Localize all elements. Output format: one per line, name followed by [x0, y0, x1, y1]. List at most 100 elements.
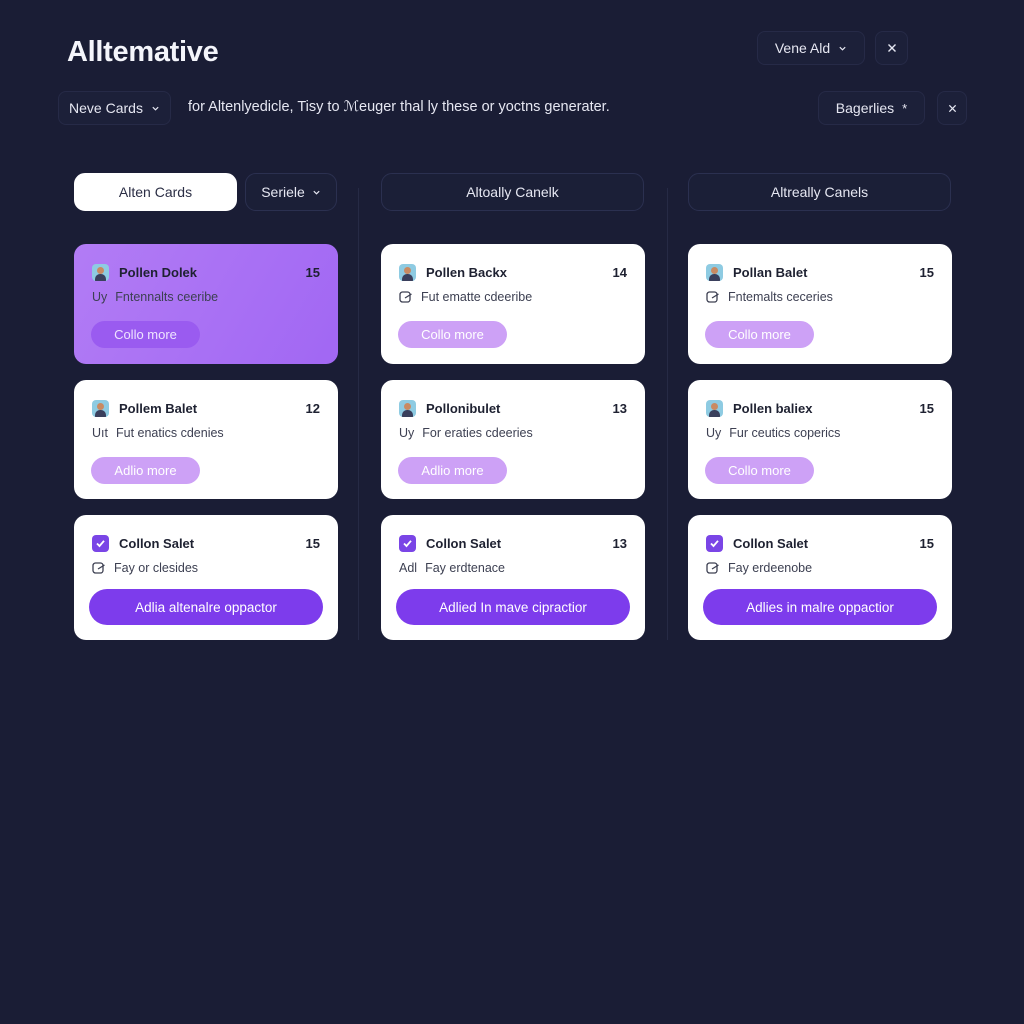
check-icon [96, 539, 105, 547]
card-subtitle-text: Fur ceutics coperics [729, 426, 841, 440]
card-header: Pollem Balet 12 [92, 399, 320, 417]
note-icon [92, 561, 105, 574]
card-subtitle: Fntemalts ceceries [706, 290, 833, 304]
tab-label: Altoally Canelk [466, 184, 559, 200]
card[interactable]: Pollan Balet 15 Fntemalts ceceries Collo… [688, 244, 952, 364]
card-title: Collon Salet [119, 535, 195, 551]
card-subtitle-text: Fntemalts ceceries [728, 290, 833, 304]
card-subtitle-prefix: Uy [706, 426, 722, 440]
card[interactable]: Pollem Balet 12 Uıt Fut enatics cdenies … [74, 380, 338, 499]
card-subtitle: Uy Fntennalts ceeribe [92, 290, 218, 304]
card-header: Pollen Dolek 15 [92, 263, 320, 281]
card-action-button[interactable]: Collo more [705, 457, 814, 484]
avatar-icon [92, 399, 109, 417]
card[interactable]: Pollen baliex 15 Uy Fur ceutics coperics… [688, 380, 952, 499]
card[interactable]: Pollonibulet 13 Uy For eraties cdeeries … [381, 380, 645, 499]
categories-label: Bagerlies [835, 100, 895, 116]
card[interactable]: Collon Salet 15 Fay or clesides Adlia al… [74, 515, 338, 640]
card-count: 13 [612, 535, 627, 551]
card-count: 15 [305, 535, 320, 551]
card-title: Pollem Balet [119, 400, 198, 416]
card-action-button[interactable]: Collo more [91, 321, 200, 348]
card-count: 15 [919, 400, 934, 416]
card-subtitle: Fut ematte cdeeribe [399, 290, 532, 304]
card[interactable]: Collon Salet 15 Fay erdeenobe Adlies in … [688, 515, 952, 640]
checkbox-checked-icon[interactable] [706, 534, 723, 552]
card-header: Collon Salet 13 [399, 534, 627, 552]
card-action-button[interactable]: Adlio more [398, 457, 507, 484]
card[interactable]: Pollen Dolek 15 Uy Fntennalts ceeribe Co… [74, 244, 338, 364]
checkbox-checked-icon[interactable] [399, 534, 416, 552]
view-select-label: Vene Ald [774, 40, 831, 56]
card-action-button[interactable]: Adlio more [91, 457, 200, 484]
check-icon [710, 539, 719, 547]
card-count: 15 [305, 264, 320, 280]
column-divider [358, 188, 359, 640]
card-subtitle: Uy For eraties cdeeries [399, 426, 533, 440]
card-action-button[interactable]: Collo more [705, 321, 814, 348]
tab-altreally-canels[interactable]: Altreally Canels [688, 173, 951, 211]
card-primary-button[interactable]: Adlies in malre oppactior [703, 589, 937, 625]
card-subtitle: Adl Fay erdtenace [399, 561, 505, 575]
chevron-down-icon [152, 106, 159, 111]
card-header: Pollen Backx 14 [399, 263, 627, 281]
card-subtitle: Uy Fur ceutics coperics [706, 426, 840, 440]
note-icon [706, 290, 719, 303]
card-count: 15 [919, 535, 934, 551]
card-subtitle: Fay erdeenobe [706, 561, 812, 575]
card-primary-button[interactable]: Adlied In mave cipractior [396, 589, 630, 625]
card-header: Collon Salet 15 [92, 534, 320, 552]
card-count: 15 [919, 264, 934, 280]
card-title: Pollen Backx [426, 264, 507, 280]
tab-label: Alten Cards [118, 184, 193, 200]
categories-mark: * [902, 100, 908, 116]
card-title: Pollen baliex [733, 400, 813, 416]
header-description: for Altenlyedicle, Tisy to ℳeuger thal l… [188, 99, 610, 115]
close-icon [887, 44, 896, 52]
card-action-button[interactable]: Collo more [398, 321, 507, 348]
card-title: Pollen Dolek [119, 264, 198, 280]
card-subtitle-text: Fut ematte cdeeribe [421, 290, 533, 304]
card-subtitle-prefix: Uy [399, 426, 415, 440]
card-header: Pollonibulet 13 [399, 399, 627, 417]
cards-select[interactable]: Neve Cards [58, 91, 171, 125]
card-primary-button[interactable]: Adlia altenalre oppactor [89, 589, 323, 625]
card-subtitle-text: Fntennalts ceeribe [115, 290, 219, 304]
card-title: Pollonibulet [426, 400, 501, 416]
view-select[interactable]: Vene Ald [757, 31, 865, 65]
card-subtitle-text: Fay erdtenace [425, 561, 505, 575]
categories-button[interactable]: Bagerlies * [818, 91, 925, 125]
card-title: Pollan Balet [733, 264, 808, 280]
card[interactable]: Pollen Backx 14 Fut ematte cdeeribe Coll… [381, 244, 645, 364]
note-icon [706, 561, 719, 574]
avatar-icon [399, 399, 416, 417]
sort-select-label: Seriele [261, 184, 305, 200]
column-divider [667, 188, 668, 640]
sort-select[interactable]: Seriele [245, 173, 337, 211]
card-subtitle: Uıt Fut enatics cdenies [92, 426, 224, 440]
card-title: Collon Salet [733, 535, 809, 551]
card-title: Collon Salet [426, 535, 502, 551]
card-header: Pollen baliex 15 [706, 399, 934, 417]
close-button[interactable] [875, 31, 908, 65]
tab-altoally-canelk[interactable]: Altoally Canelk [381, 173, 644, 211]
close-filter-button[interactable] [937, 91, 967, 125]
card-subtitle-prefix: Uy [92, 290, 108, 304]
tab-alten-cards[interactable]: Alten Cards [74, 173, 237, 211]
checkbox-checked-icon[interactable] [92, 534, 109, 552]
card[interactable]: Collon Salet 13 Adl Fay erdtenace Adlied… [381, 515, 645, 640]
card-subtitle-text: Fay or clesides [114, 561, 199, 575]
card-count: 12 [305, 400, 320, 416]
card-subtitle-text: For eraties cdeeries [422, 426, 533, 440]
note-icon [399, 290, 412, 303]
chevron-down-icon [839, 46, 846, 51]
page-title: Alltemative [67, 36, 219, 68]
card-subtitle-prefix: Adl [399, 561, 418, 575]
app-window: Alltemative Vene Ald Neve Cards for Alte… [0, 0, 1024, 1024]
card-count: 13 [612, 400, 627, 416]
card-header: Collon Salet 15 [706, 534, 934, 552]
close-icon [948, 104, 956, 112]
card-subtitle-text: Fay erdeenobe [728, 561, 813, 575]
card-subtitle-prefix: Uıt [92, 426, 108, 440]
card-subtitle-text: Fut enatics cdenies [115, 426, 224, 440]
